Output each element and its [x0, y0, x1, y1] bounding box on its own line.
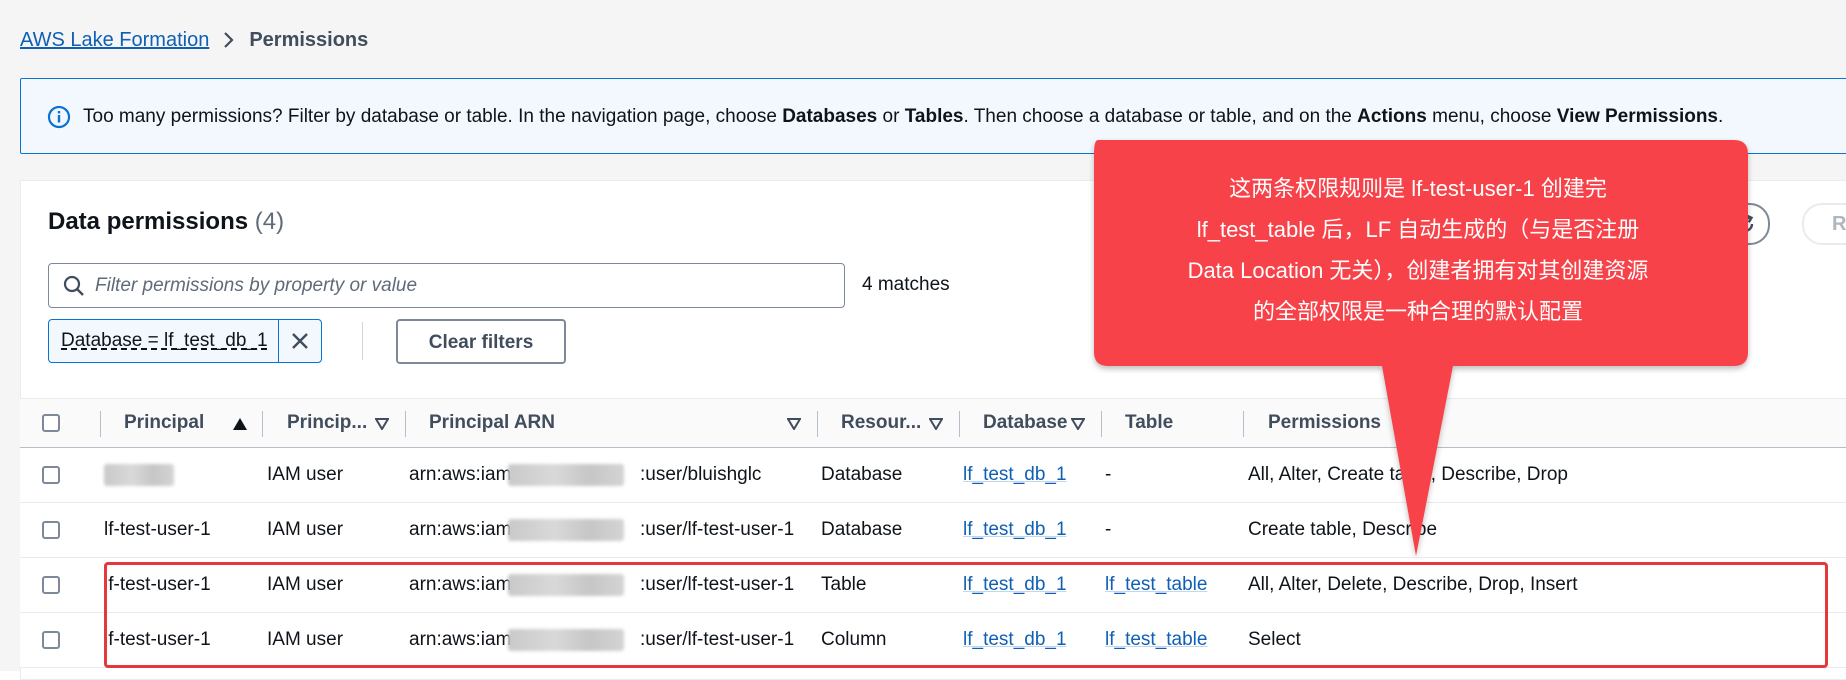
- column-divider[interactable]: [405, 411, 406, 437]
- column-header-principal-arn[interactable]: Principal ARN: [429, 399, 555, 447]
- filter-divider: [362, 322, 363, 360]
- cell-database-link[interactable]: lf_test_db_1: [963, 448, 1067, 502]
- cell-resource-type: Table: [821, 574, 867, 595]
- cell-permissions: Create table, Describe: [1248, 519, 1438, 540]
- column-header-permissions[interactable]: Permissions: [1268, 399, 1381, 447]
- annotation-line: 的全部权限是一种合理的默认配置: [1252, 299, 1583, 324]
- sort-ascending-icon[interactable]: [233, 418, 247, 430]
- cell-resource-type: Database: [821, 464, 903, 485]
- cell-database-link[interactable]: lf_test_db_1: [963, 558, 1067, 612]
- info-alert: Too many permissions? Filter by database…: [20, 78, 1846, 154]
- annotation-line: 这两条权限规则是 lf-test-user-1 创建完: [1229, 176, 1607, 201]
- column-divider[interactable]: [1101, 411, 1102, 437]
- cell-principal-type: IAM user: [267, 574, 344, 595]
- revoke-button[interactable]: Re: [1802, 203, 1846, 245]
- column-divider: [100, 411, 101, 437]
- filter-search-box: [48, 263, 845, 308]
- column-header-resource-type[interactable]: Resour...: [841, 399, 921, 447]
- cell-principal-type: IAM user: [267, 464, 344, 485]
- cell-permissions: All, Alter, Create table, Describe, Drop: [1248, 464, 1568, 485]
- sort-icon[interactable]: [929, 418, 943, 430]
- cell-database-link[interactable]: lf_test_db_1: [963, 613, 1067, 667]
- cell-resource-type: Column: [821, 629, 887, 650]
- column-header-database[interactable]: Database: [983, 399, 1068, 447]
- annotation-line: lf_test_table 后，LF 自动生成的（与是否注册: [1196, 217, 1640, 242]
- cell-principal: lf-test-user-1: [104, 574, 211, 595]
- cell-resource-type: Database: [821, 519, 903, 540]
- row-checkbox[interactable]: [42, 631, 60, 649]
- cell-table: -: [1105, 519, 1112, 540]
- breadcrumb-lake-formation-link[interactable]: AWS Lake Formation: [20, 29, 209, 52]
- redacted-account-id: [508, 519, 624, 541]
- filter-token-dismiss-button[interactable]: [279, 320, 321, 362]
- table-header: Principal Princip... Principal ARN Resou…: [20, 398, 1846, 448]
- chevron-right-icon: [223, 31, 235, 49]
- table-row: IAM user arn:aws:iam:::user/bluishglc Da…: [20, 448, 1846, 503]
- redacted-account-id: [508, 629, 624, 651]
- column-header-principal-type[interactable]: Princip...: [287, 399, 367, 447]
- redacted-principal: [104, 464, 174, 486]
- annotation-text: 这两条权限规则是 lf-test-user-1 创建完 lf_test_tabl…: [1090, 168, 1746, 332]
- sort-icon[interactable]: [787, 418, 801, 430]
- column-header-principal[interactable]: Principal: [124, 399, 204, 447]
- select-all-checkbox[interactable]: [42, 414, 60, 432]
- cell-table-link[interactable]: lf_test_table: [1105, 613, 1207, 667]
- column-divider[interactable]: [262, 411, 263, 437]
- filter-token-label[interactable]: Database = lf_test_db_1: [49, 320, 279, 362]
- breadcrumb-current: Permissions: [249, 28, 369, 51]
- cell-principal-type: IAM user: [267, 629, 344, 650]
- cell-table: -: [1105, 464, 1112, 485]
- table-row: lf-test-user-1 IAM user arn:aws:iam:::us…: [20, 558, 1846, 613]
- cell-database-link[interactable]: lf_test_db_1: [963, 503, 1067, 557]
- panel-title: Data permissions (4): [48, 208, 285, 235]
- panel-count: (4): [254, 208, 285, 235]
- column-divider[interactable]: [1243, 411, 1244, 437]
- breadcrumb: AWS Lake Formation Permissions: [20, 26, 368, 54]
- cell-permissions: Select: [1248, 629, 1301, 650]
- info-icon: [47, 105, 71, 129]
- clear-filters-button[interactable]: Clear filters: [396, 319, 566, 364]
- matches-count: 4 matches: [862, 274, 950, 295]
- column-divider[interactable]: [959, 411, 960, 437]
- table-row: lf-test-user-1 IAM user arn:aws:iam:::us…: [20, 503, 1846, 558]
- redacted-account-id: [508, 464, 624, 486]
- row-checkbox[interactable]: [42, 466, 60, 484]
- close-icon: [291, 333, 308, 349]
- annotation-line: Data Location 无关），创建者拥有对其创建资源: [1187, 258, 1649, 283]
- row-checkbox[interactable]: [42, 576, 60, 594]
- sort-icon[interactable]: [1071, 418, 1085, 430]
- sort-icon[interactable]: [375, 418, 389, 430]
- cell-principal: lf-test-user-1: [104, 629, 211, 650]
- cell-principal: lf-test-user-1: [104, 519, 211, 540]
- cell-table-link[interactable]: lf_test_table: [1105, 558, 1207, 612]
- filter-search-input[interactable]: [93, 270, 827, 302]
- table-row: lf-test-user-1 IAM user arn:aws:iam:::us…: [20, 613, 1846, 668]
- search-icon: [63, 275, 84, 296]
- redacted-account-id: [508, 574, 624, 596]
- cell-principal-type: IAM user: [267, 519, 344, 540]
- column-header-table[interactable]: Table: [1125, 399, 1173, 447]
- column-divider[interactable]: [817, 411, 818, 437]
- alert-message: Too many permissions? Filter by database…: [83, 106, 1724, 127]
- cell-permissions: All, Alter, Delete, Describe, Drop, Inse…: [1248, 574, 1578, 595]
- row-checkbox[interactable]: [42, 521, 60, 539]
- filter-token: Database = lf_test_db_1: [48, 319, 322, 363]
